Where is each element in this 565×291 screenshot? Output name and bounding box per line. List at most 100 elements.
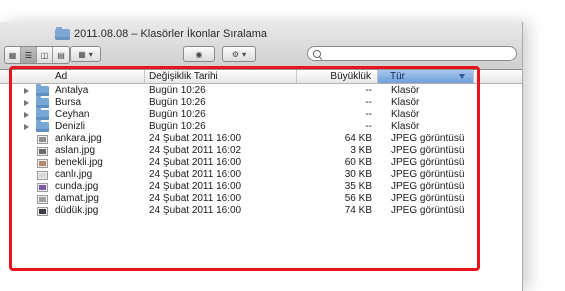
file-date: 24 Şubat 2011 16:02 xyxy=(149,145,242,156)
file-date: Bugün 10:26 xyxy=(149,85,206,96)
file-size: 56 KB xyxy=(344,193,372,204)
list-view-icon[interactable]: ☰ xyxy=(21,47,37,63)
file-size: -- xyxy=(365,97,372,108)
file-kind: JPEG görüntüsü xyxy=(391,193,465,204)
file-name: aslan.jpg xyxy=(55,145,96,156)
column-header-name[interactable]: Ad xyxy=(0,70,145,83)
search-input[interactable] xyxy=(325,47,509,60)
file-kind: JPEG görüntüsü xyxy=(391,181,465,192)
column-header-name-label: Ad xyxy=(55,71,68,82)
file-name: Bursa xyxy=(55,97,82,108)
file-name: Antalya xyxy=(55,85,89,96)
file-size: 30 KB xyxy=(344,169,372,180)
file-kind: JPEG görüntüsü xyxy=(391,169,465,180)
jpeg-thumbnail-icon xyxy=(37,135,48,144)
file-name: ankara.jpg xyxy=(55,133,102,144)
file-row[interactable]: benekli.jpg 24 Şubat 2011 16:00 60 KB JPEG … xyxy=(0,157,522,169)
file-date: Bugün 10:26 xyxy=(149,97,206,108)
file-date: 24 Şubat 2011 16:00 xyxy=(149,169,242,180)
file-date: 24 Şubat 2011 16:00 xyxy=(149,193,242,204)
file-date: Bugün 10:26 xyxy=(149,121,206,132)
file-kind: JPEG görüntüsü xyxy=(391,133,465,144)
chevron-down-icon: ▾ xyxy=(88,49,93,59)
file-row[interactable]: canlı.jpg 24 Şubat 2011 16:00 30 KB JPEG gö… xyxy=(0,169,522,181)
column-header-kind[interactable]: Tür xyxy=(378,70,474,83)
column-view-icon[interactable]: ◫ xyxy=(37,47,53,63)
column-header-size[interactable]: Büyüklük xyxy=(297,70,378,83)
file-kind: JPEG görüntüsü xyxy=(391,145,465,156)
file-size: 60 KB xyxy=(344,157,372,168)
folder-icon xyxy=(36,120,49,132)
window-title: 2011.08.08 – Klasörler İkonlar Sıralama xyxy=(74,28,268,40)
coverflow-view-icon[interactable]: ▤ xyxy=(53,47,69,63)
column-header-date-label: Değişiklik Tarihi xyxy=(149,71,218,82)
search-icon xyxy=(313,49,321,58)
folder-icon xyxy=(36,96,49,108)
file-row[interactable]: Bursa Bugün 10:26 -- Klasör xyxy=(0,96,522,109)
toolbar: ▦ ☰ ◫ ▤ ▦ ▾ ◉ ⚙ ▾ xyxy=(0,46,522,66)
file-date: 24 Şubat 2011 16:00 xyxy=(149,133,242,144)
file-kind: Klasör xyxy=(391,109,420,120)
file-name: Denizli xyxy=(55,121,86,132)
file-name: cunda.jpg xyxy=(55,181,99,192)
file-row[interactable]: damat.jpg 24 Şubat 2011 16:00 56 KB JPEG gö… xyxy=(0,193,522,205)
file-row[interactable]: Ceyhan Bugün 10:26 -- Klasör xyxy=(0,108,522,121)
sort-descending-icon xyxy=(459,74,465,79)
file-kind: Klasör xyxy=(391,121,420,132)
folder-icon xyxy=(36,84,49,96)
file-size: -- xyxy=(365,85,372,96)
disclosure-triangle-icon[interactable] xyxy=(24,100,29,106)
file-size: 35 KB xyxy=(344,181,372,192)
file-date: 24 Şubat 2011 16:00 xyxy=(149,181,242,192)
file-kind: JPEG görüntüsü xyxy=(391,157,465,168)
disclosure-triangle-icon[interactable] xyxy=(24,124,29,130)
column-header: Ad Değişiklik Tarihi Büyüklük Tür xyxy=(0,70,522,84)
disclosure-triangle-icon[interactable] xyxy=(24,88,29,94)
view-mode-selector: ▦ ☰ ◫ ▤ xyxy=(4,46,70,64)
file-kind: Klasör xyxy=(391,97,420,108)
file-row[interactable]: ankara.jpg 24 Şubat 2011 16:00 64 KB JPEG g… xyxy=(0,133,522,145)
title-bar: 2011.08.08 – Klasörler İkonlar Sıralama … xyxy=(0,22,522,70)
folder-icon xyxy=(36,108,49,120)
column-header-date[interactable]: Değişiklik Tarihi xyxy=(145,70,297,83)
arrange-icon: ▦ xyxy=(78,49,86,59)
file-name: düdük.jpg xyxy=(55,205,99,216)
file-name: Ceyhan xyxy=(55,109,90,120)
chevron-down-icon: ▾ xyxy=(242,49,247,59)
finder-window: 2011.08.08 – Klasörler İkonlar Sıralama … xyxy=(0,22,523,291)
jpeg-thumbnail-icon xyxy=(37,147,48,156)
file-kind: JPEG görüntüsü xyxy=(391,205,465,216)
file-row[interactable]: aslan.jpg 24 Şubat 2011 16:02 3 KB JPEG gör… xyxy=(0,145,522,157)
file-size: -- xyxy=(365,109,372,120)
window-title-group: 2011.08.08 – Klasörler İkonlar Sıralama xyxy=(55,26,267,42)
file-list: Antalya Bugün 10:26 -- Klasör Bursa Bugün 10:… xyxy=(0,84,522,217)
icon-view-icon[interactable]: ▦ xyxy=(5,47,21,63)
file-name: canlı.jpg xyxy=(55,169,93,180)
file-name: benekli.jpg xyxy=(55,157,103,168)
folder-icon xyxy=(55,26,70,40)
file-size: 74 KB xyxy=(344,205,372,216)
jpeg-thumbnail-icon xyxy=(37,183,48,192)
file-row[interactable]: Antalya Bugün 10:26 -- Klasör xyxy=(0,84,522,97)
jpeg-thumbnail-icon xyxy=(37,159,48,168)
gear-icon: ⚙ xyxy=(231,49,240,59)
file-date: 24 Şubat 2011 16:00 xyxy=(149,205,242,216)
file-row[interactable]: Denizli Bugün 10:26 -- Klasör xyxy=(0,120,522,133)
file-date: Bugün 10:26 xyxy=(149,109,206,120)
column-header-size-label: Büyüklük xyxy=(330,71,371,82)
arrange-button[interactable]: ▦ ▾ xyxy=(70,46,101,62)
column-header-kind-label: Tür xyxy=(390,71,405,82)
search-field[interactable] xyxy=(307,46,517,61)
jpeg-thumbnail-icon xyxy=(37,195,48,204)
jpeg-thumbnail-icon xyxy=(37,207,48,216)
file-size: -- xyxy=(365,121,372,132)
quick-look-button[interactable]: ◉ xyxy=(183,46,215,62)
file-size: 64 KB xyxy=(344,133,372,144)
file-kind: Klasör xyxy=(391,85,420,96)
jpeg-thumbnail-icon xyxy=(37,171,48,180)
disclosure-triangle-icon[interactable] xyxy=(24,112,29,118)
file-row[interactable]: düdük.jpg 24 Şubat 2011 16:00 74 KB JPEG gö… xyxy=(0,205,522,217)
action-button[interactable]: ⚙ ▾ xyxy=(222,46,256,62)
file-size: 3 KB xyxy=(350,145,372,156)
file-row[interactable]: cunda.jpg 24 Şubat 2011 16:00 35 KB JPEG gö… xyxy=(0,181,522,193)
